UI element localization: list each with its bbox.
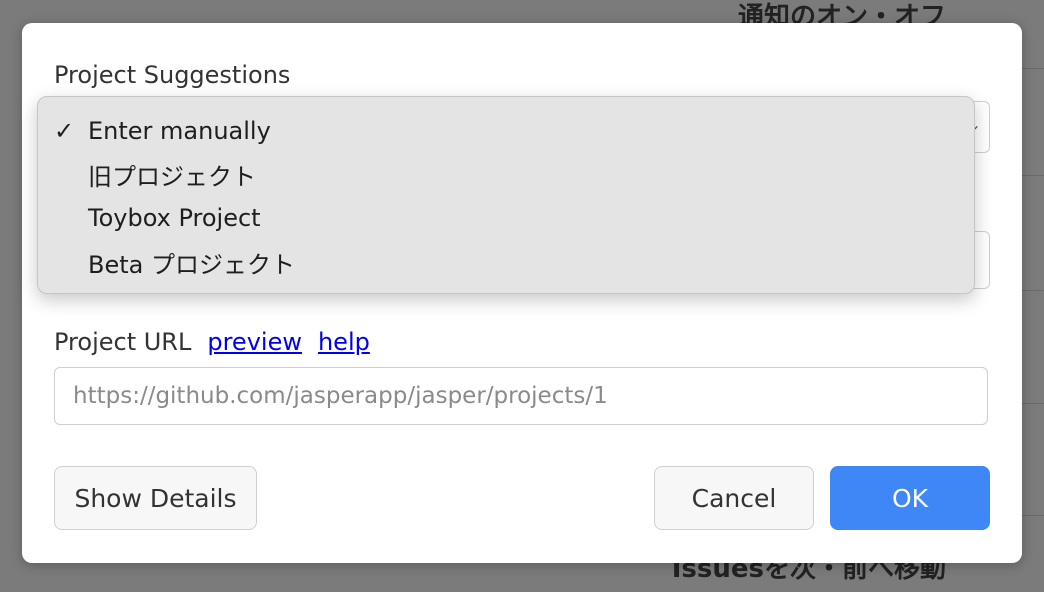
dropdown-option-label: 旧プロジェクト: [88, 162, 256, 191]
show-details-button[interactable]: Show Details: [54, 466, 257, 530]
dropdown-option-beta-project[interactable]: Beta プロジェクト: [54, 242, 295, 282]
project-dialog: Project Suggestions ⌄ ✓ Enter manually 旧…: [22, 23, 1022, 563]
dropdown-option-toybox-project[interactable]: Toybox Project: [54, 198, 261, 238]
checkmark-icon: ✓: [54, 117, 75, 145]
preview-link[interactable]: preview: [207, 328, 302, 356]
dropdown-option-old-project[interactable]: 旧プロジェクト: [54, 154, 256, 194]
help-link[interactable]: help: [318, 328, 370, 356]
background-divider: [1022, 68, 1044, 69]
project-url-input[interactable]: [54, 367, 988, 425]
dropdown-option-label: Toybox Project: [88, 204, 261, 232]
background-divider: [1022, 515, 1044, 516]
ok-button[interactable]: OK: [830, 466, 990, 530]
background-divider: [1022, 290, 1044, 291]
dropdown-option-label: Beta プロジェクト: [88, 250, 295, 279]
project-url-label-row: Project URL preview help: [54, 328, 370, 356]
background-divider: [1022, 175, 1044, 176]
project-url-label: Project URL: [54, 328, 192, 356]
project-suggestions-label: Project Suggestions: [54, 61, 291, 89]
dropdown-option-enter-manually[interactable]: ✓ Enter manually: [54, 111, 271, 151]
cancel-button[interactable]: Cancel: [654, 466, 814, 530]
dropdown-option-label: Enter manually: [88, 117, 271, 145]
background-divider: [1022, 403, 1044, 404]
project-suggestions-dropdown: ✓ Enter manually 旧プロジェクト Toybox Project …: [37, 96, 975, 294]
